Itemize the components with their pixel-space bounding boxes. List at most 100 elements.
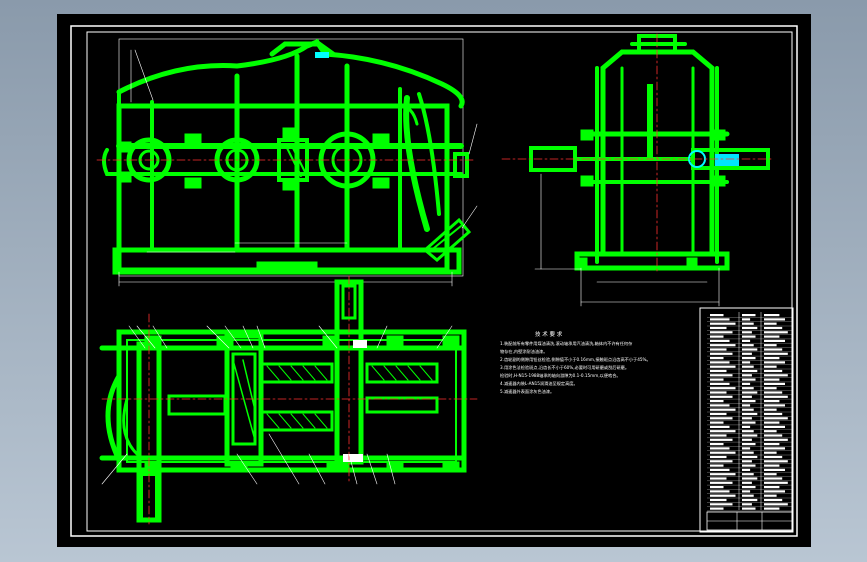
parts-list-row-mark	[710, 434, 727, 437]
parts-list-row-mark	[742, 395, 752, 398]
parts-list-row-mark	[764, 361, 785, 364]
parts-list-row-mark	[764, 443, 780, 446]
parts-list-row-mark	[742, 438, 752, 441]
parts-list-row-mark	[710, 352, 733, 355]
parts-list-row-mark	[742, 348, 758, 351]
parts-list-row-mark	[764, 348, 783, 351]
parts-list-row-mark	[764, 473, 777, 476]
parts-list-row-mark	[742, 374, 752, 377]
parts-list-row-mark	[742, 447, 751, 450]
parts-list-row-mark	[764, 374, 788, 377]
parts-list-row-mark	[710, 365, 736, 368]
parts-list-row-mark	[710, 468, 730, 471]
parts-list-row-mark	[710, 438, 733, 441]
parts-list-row-mark	[710, 318, 730, 321]
parts-list-row-mark	[742, 400, 756, 403]
parts-list-row-mark	[742, 477, 758, 480]
parts-list-row-mark	[742, 326, 758, 330]
parts-list-row-mark	[742, 352, 752, 355]
parts-list-row-mark	[710, 326, 727, 330]
parts-list-row-mark	[764, 421, 780, 424]
parts-list-row-mark	[710, 490, 730, 493]
parts-list-row-mark	[710, 477, 727, 480]
parts-list-row-mark	[764, 417, 788, 420]
note-line: 4.减速器内装L-AN15润滑油至规定高度。	[500, 380, 578, 387]
parts-list-row-mark	[764, 357, 780, 360]
parts-list-row-mark	[764, 404, 785, 407]
note-line: 检验时,H-N15-1988轴承的轴向游隙为0.1-0.15mm,以便啮合。	[500, 372, 621, 379]
note-line: 5.减速器外表面涂灰色油漆。	[500, 388, 554, 395]
parts-list-row-mark	[764, 412, 783, 416]
parts-list-row-mark	[742, 434, 758, 437]
parts-list-row-mark	[742, 382, 751, 385]
parts-list-row-mark	[764, 464, 780, 467]
gearbox-assembly-drawing: 技 术 要 求 1.装配前所有零件用煤油清洗,滚动轴承用汽油清洗,箱体内不许有任…	[70, 25, 798, 537]
parts-list-row-mark	[710, 443, 724, 446]
parts-list-row-mark	[764, 425, 785, 428]
parts-list-row-mark	[764, 335, 780, 338]
parts-list-row-mark	[764, 507, 780, 510]
parts-list-row-mark	[710, 404, 730, 407]
parts-list-row-mark	[764, 378, 780, 381]
parts-list-row-mark	[742, 430, 754, 433]
parts-list-row-mark	[742, 404, 751, 407]
parts-list-row-mark	[764, 331, 788, 334]
parts-list-row-mark	[764, 395, 788, 398]
parts-list-row-mark	[764, 408, 777, 411]
parts-list-row-mark	[710, 408, 736, 411]
parts-list-row-mark	[710, 391, 727, 394]
parts-list-row-mark	[742, 335, 756, 338]
parts-list-row-mark	[764, 477, 783, 480]
parts-list-row-mark	[764, 400, 780, 403]
parts-list-row-mark	[710, 455, 727, 459]
parts-list-row-mark	[742, 361, 751, 364]
parts-list-row-mark	[764, 382, 785, 385]
parts-list-row-mark	[742, 318, 751, 321]
parts-list-row-mark	[764, 322, 777, 325]
parts-list-row-mark	[710, 473, 736, 476]
parts-list-row-mark	[742, 322, 754, 325]
parts-list-row-mark	[710, 361, 730, 364]
parts-list-row-mark	[764, 468, 785, 471]
parts-list-row-mark	[710, 335, 724, 338]
parts-list-row-mark	[710, 339, 730, 342]
parts-list-row-mark	[764, 481, 788, 484]
parts-list-row-mark	[710, 507, 724, 510]
parts-list-row-mark	[742, 391, 758, 394]
parts-list-row-mark	[710, 348, 727, 351]
parts-list-row-mark	[742, 443, 756, 446]
parts-list-row-mark	[742, 490, 751, 493]
parts-list-row-mark	[764, 447, 785, 450]
parts-list-row-mark	[710, 460, 733, 463]
parts-list-row-mark	[764, 387, 777, 390]
parts-list-row-mark	[710, 369, 727, 373]
parts-list-row-mark	[742, 408, 754, 411]
parts-list-row-mark	[764, 430, 777, 433]
front-view	[96, 38, 478, 287]
parts-list-row-mark	[710, 382, 730, 385]
parts-list-row-mark	[710, 395, 733, 398]
title-block	[699, 307, 794, 533]
parts-list-row-mark	[710, 374, 733, 377]
parts-list-row-mark	[764, 486, 780, 489]
parts-list-row-mark	[742, 412, 758, 416]
cad-viewport[interactable]: 技 术 要 求 1.装配前所有零件用煤油清洗,滚动轴承用汽油清洗,箱体内不许有任…	[57, 14, 811, 547]
parts-list-row-mark	[764, 494, 777, 497]
parts-list-row-mark	[710, 344, 736, 347]
parts-list-row-mark	[764, 451, 777, 454]
parts-list-row-mark	[710, 412, 727, 416]
parts-list-row-mark	[710, 494, 736, 497]
side-view	[501, 33, 773, 307]
parts-list-row-mark	[710, 387, 736, 390]
parts-list-row-mark	[742, 339, 751, 342]
parts-list-row-mark	[742, 507, 756, 510]
note-line: 物存在,内壁涂耐油油漆。	[500, 348, 547, 355]
parts-list-row-mark	[710, 481, 733, 484]
parts-list-row-mark	[742, 473, 754, 476]
parts-list-row-mark	[710, 430, 736, 433]
parts-list-row-mark	[764, 314, 780, 317]
parts-list-row-mark	[742, 486, 756, 489]
parts-list-row-mark	[742, 314, 756, 317]
parts-list-row-mark	[764, 490, 785, 493]
parts-list-row-mark	[742, 378, 756, 381]
